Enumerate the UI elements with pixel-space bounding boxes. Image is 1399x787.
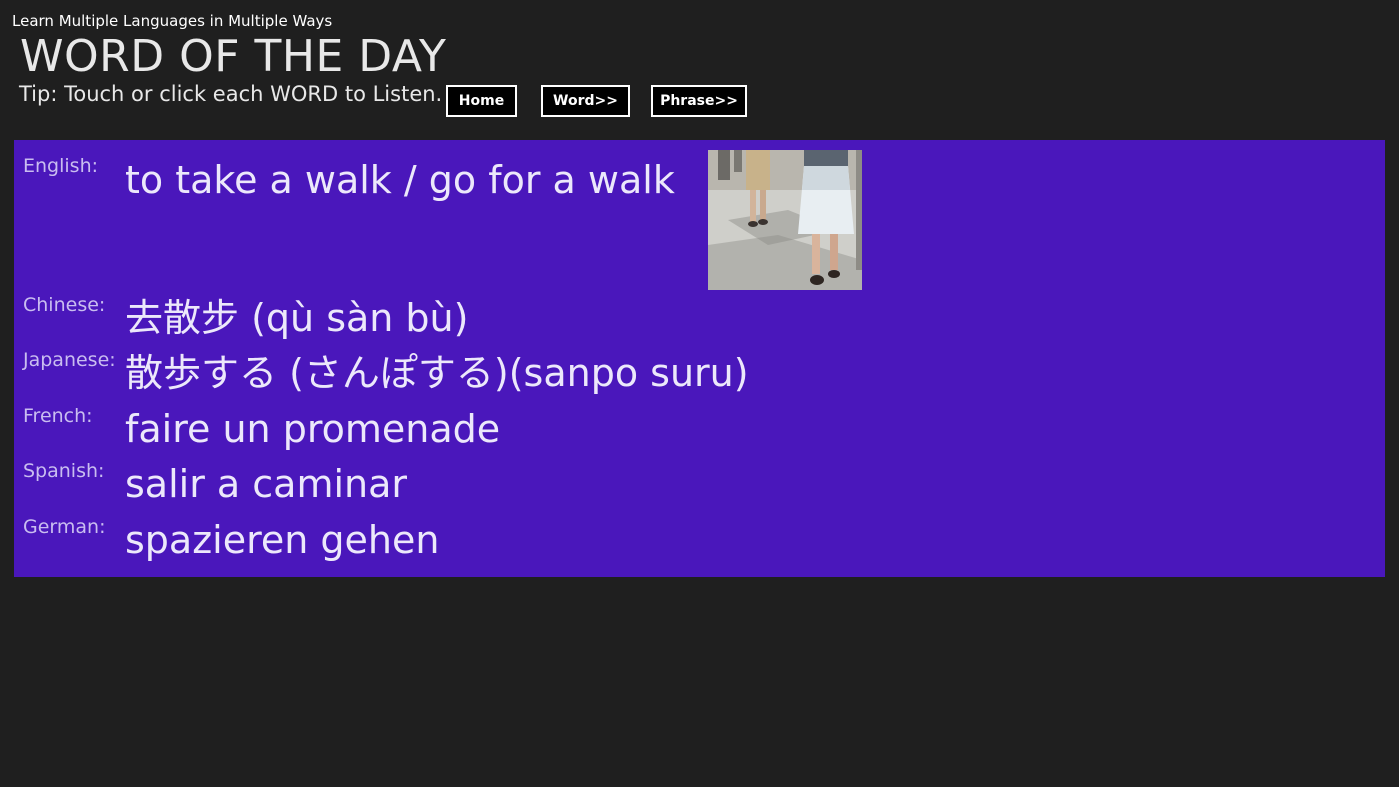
page-title: WORD OF THE DAY [20, 31, 447, 82]
japanese-label: Japanese: [23, 349, 116, 371]
phrase-next-button[interactable]: Phrase>> [651, 85, 747, 117]
word-next-button[interactable]: Word>> [541, 85, 630, 117]
german-word[interactable]: spazieren gehen [125, 516, 439, 564]
spanish-label: Spanish: [23, 460, 105, 482]
german-label: German: [23, 516, 106, 538]
word-card: English: to take a walk / go for a walk [14, 140, 1385, 577]
english-label: English: [23, 155, 99, 177]
japanese-word[interactable]: 散歩する (さんぽする)(sanpo suru) [125, 349, 749, 397]
app-title: Learn Multiple Languages in Multiple Way… [12, 12, 333, 30]
chinese-word[interactable]: 去散步 (qù sàn bù) [125, 294, 468, 342]
english-word[interactable]: to take a walk / go for a walk [125, 156, 675, 204]
spanish-word[interactable]: salir a caminar [125, 460, 407, 508]
home-button[interactable]: Home [446, 85, 517, 117]
word-photo [708, 150, 862, 290]
french-label: French: [23, 405, 93, 427]
tip-text: Tip: Touch or click each WORD to Listen. [19, 82, 443, 106]
chinese-label: Chinese: [23, 294, 106, 316]
french-word[interactable]: faire un promenade [125, 405, 500, 453]
